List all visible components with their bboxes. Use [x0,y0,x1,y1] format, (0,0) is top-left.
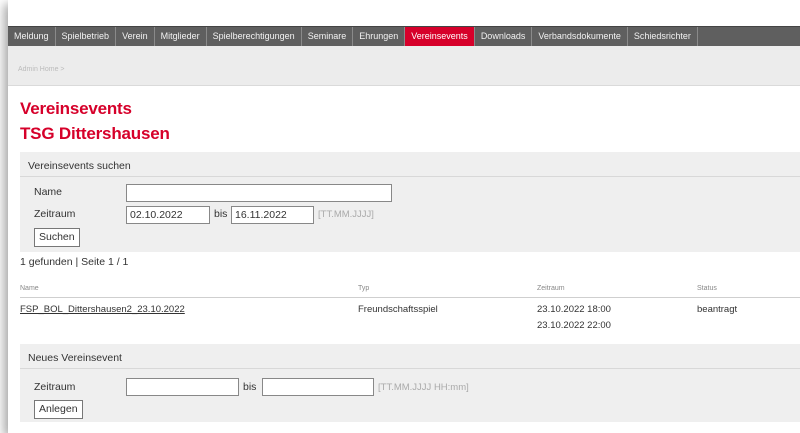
name-label: Name [34,186,63,198]
search-panel: Vereinsevents suchen Name Zeitraum bis [… [20,152,800,252]
table-header-divider [20,297,800,298]
app-frame: Meldung Spielbetrieb Verein Mitglieder S… [8,0,800,433]
column-header-status: Status [697,285,717,292]
event-status: beantragt [697,304,738,315]
search-button[interactable]: Suchen [34,228,80,247]
event-start: 23.10.2022 18:00 [537,304,611,315]
date-format-hint: [TT.MM.JJJJ] [318,209,374,220]
event-type: Freundschaftsspiel [358,304,438,315]
nav-spielberechtigungen[interactable]: Spielberechtigungen [207,27,302,46]
nav-verein[interactable]: Verein [116,27,155,46]
column-header-period: Zeitraum [537,285,565,292]
new-period-label: Zeitraum [34,381,76,393]
new-event-panel: Neues Vereinsevent Zeitraum bis [TT.MM.J… [20,344,800,422]
result-count: 1 gefunden | Seite 1 / 1 [20,256,129,268]
new-event-heading: Neues Vereinsevent [28,352,122,364]
new-period-to-input[interactable] [262,378,374,396]
new-period-from-input[interactable] [126,378,239,396]
name-input[interactable] [126,184,392,202]
create-button[interactable]: Anlegen [34,400,83,419]
page-subtitle: TSG Dittershausen [20,124,170,143]
period-label: Zeitraum [34,208,76,220]
period-to-label: bis [214,208,228,220]
period-to-input[interactable] [231,206,314,224]
datetime-format-hint: [TT.MM.JJJJ HH:mm] [378,382,469,393]
event-name-link[interactable]: FSP_BOL_Dittershausen2_23.10.2022 [20,304,185,315]
divider [20,176,800,177]
new-period-to-label: bis [243,381,257,393]
breadcrumb[interactable]: Admin Home > [18,66,65,73]
nav-seminare[interactable]: Seminare [302,27,354,46]
main-nav: Meldung Spielbetrieb Verein Mitglieder S… [8,26,800,46]
page-title: Vereinsevents [20,99,132,118]
column-header-name: Name [20,285,39,292]
nav-ehrungen[interactable]: Ehrungen [353,27,406,46]
nav-mitglieder[interactable]: Mitglieder [155,27,207,46]
nav-downloads[interactable]: Downloads [475,27,533,46]
column-header-type: Typ [358,285,370,292]
nav-spielbetrieb[interactable]: Spielbetrieb [56,27,117,46]
search-panel-heading: Vereinsevents suchen [28,160,131,172]
nav-verbandsdokumente[interactable]: Verbandsdokumente [532,27,628,46]
breadcrumb-bar: Admin Home > [8,46,800,86]
event-end: 23.10.2022 22:00 [537,320,611,331]
nav-meldung[interactable]: Meldung [8,27,56,46]
period-from-input[interactable] [126,206,210,224]
nav-schiedsrichter[interactable]: Schiedsrichter [628,27,698,46]
divider [20,368,800,369]
nav-vereinsevents[interactable]: Vereinsevents [405,27,475,46]
